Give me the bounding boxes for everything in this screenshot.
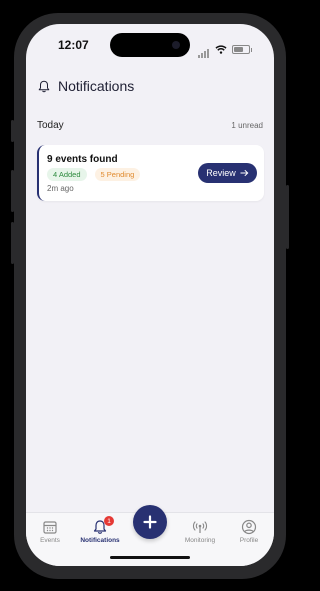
camera-icon — [172, 41, 180, 49]
power-button — [286, 185, 289, 249]
bell-icon-wrapper: 1 — [92, 516, 114, 535]
tab-events-label: Events — [40, 537, 60, 544]
bell-icon — [38, 80, 50, 92]
status-icons — [198, 40, 252, 58]
status-bar: 12:07 — [26, 24, 274, 68]
calendar-icon — [43, 521, 57, 534]
tab-notifications[interactable]: 1 Notifications — [75, 516, 125, 544]
tab-monitoring-label: Monitoring — [184, 537, 216, 544]
notification-badges: 4 Added 5 Pending — [47, 168, 141, 181]
dynamic-island — [110, 33, 190, 57]
page-title: Notifications — [58, 78, 135, 94]
page-header: Notifications — [38, 78, 134, 94]
unread-count: 1 unread — [231, 121, 263, 130]
user-icon — [241, 519, 257, 535]
wifi-icon — [215, 44, 227, 54]
screen: 12:07 Notifications Today 1 unread 9 eve… — [26, 24, 274, 566]
notification-title: 9 events found — [47, 154, 118, 165]
section-title: Today — [37, 120, 64, 131]
review-button[interactable]: Review — [198, 163, 257, 183]
add-button[interactable] — [133, 505, 167, 539]
section-header: Today 1 unread — [37, 120, 263, 131]
review-button-label: Review — [206, 168, 236, 178]
plus-icon — [143, 515, 157, 529]
tab-profile-label: Profile — [239, 537, 259, 544]
added-badge: 4 Added — [47, 168, 87, 181]
arrow-right-icon — [240, 169, 249, 177]
home-indicator — [110, 556, 190, 559]
tab-profile[interactable]: Profile — [224, 519, 274, 544]
tab-events[interactable]: Events — [26, 519, 75, 544]
tab-monitoring[interactable]: Monitoring — [175, 519, 225, 544]
battery-icon — [232, 44, 252, 54]
signal-icon — [198, 40, 210, 58]
tab-notifications-label: Notifications — [80, 537, 120, 544]
status-time: 12:07 — [58, 38, 89, 52]
notification-count-badge: 1 — [104, 516, 114, 526]
broadcast-icon — [192, 521, 208, 533]
pending-badge: 5 Pending — [94, 168, 141, 181]
notification-card[interactable]: 9 events found 4 Added 5 Pending 2m ago … — [37, 145, 264, 201]
notification-time: 2m ago — [47, 184, 74, 193]
